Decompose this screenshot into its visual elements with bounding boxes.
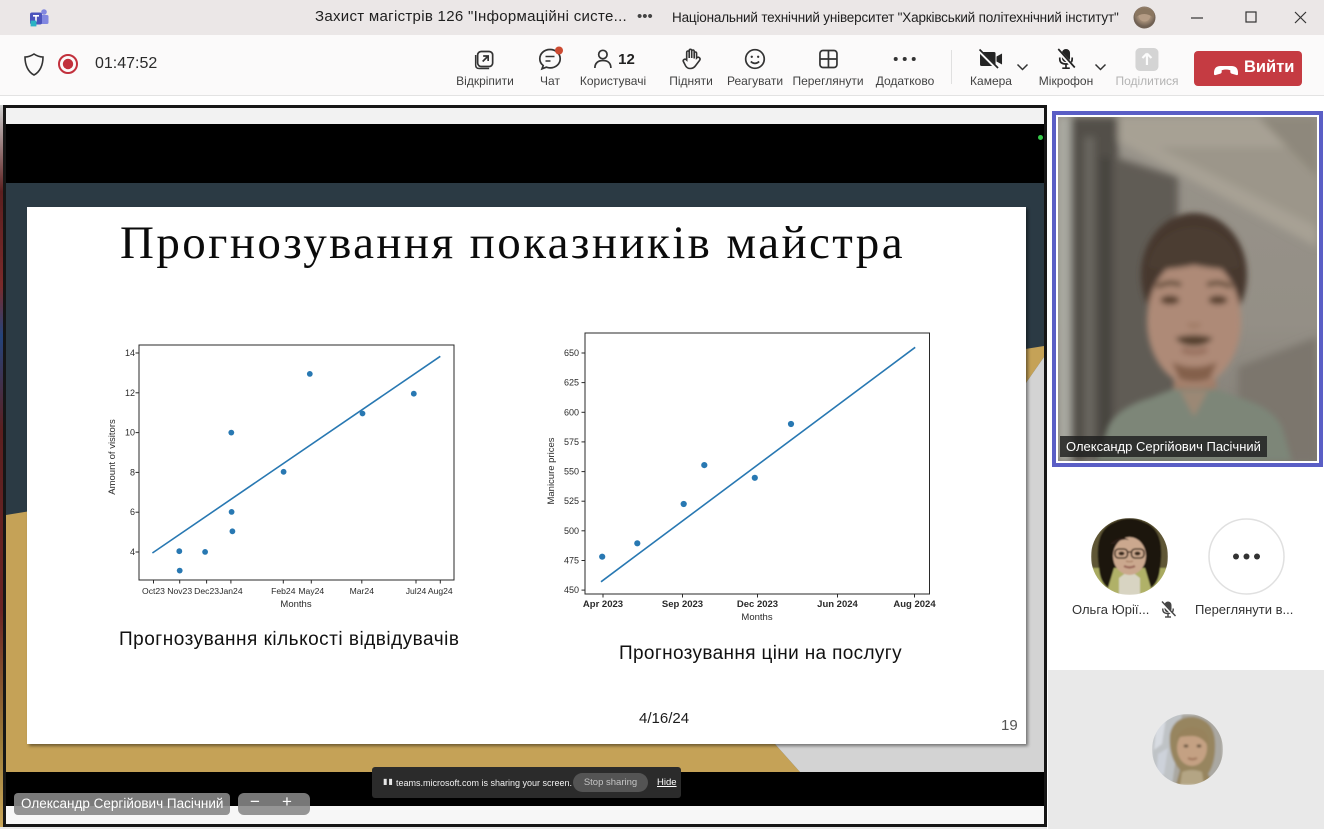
svg-text:Feb24: Feb24 xyxy=(271,586,296,596)
svg-text:550: 550 xyxy=(564,467,579,477)
svg-text:Amount of visitors: Amount of visitors xyxy=(107,419,118,495)
svg-text:Months: Months xyxy=(280,599,311,610)
svg-text:Apr 2023: Apr 2023 xyxy=(583,599,623,610)
svg-text:Jan24: Jan24 xyxy=(219,586,243,596)
svg-text:650: 650 xyxy=(564,348,579,358)
svg-text:Manicure prices: Manicure prices xyxy=(546,437,557,504)
svg-text:12: 12 xyxy=(125,388,135,398)
svg-text:May24: May24 xyxy=(298,586,324,596)
svg-text:625: 625 xyxy=(564,378,579,388)
svg-text:Aug24: Aug24 xyxy=(428,586,453,596)
svg-text:10: 10 xyxy=(125,428,135,438)
svg-text:Nov23: Nov23 xyxy=(167,586,192,596)
svg-text:Sep 2023: Sep 2023 xyxy=(662,599,703,610)
svg-text:475: 475 xyxy=(564,556,579,566)
svg-text:525: 525 xyxy=(564,496,579,506)
svg-text:Mar24: Mar24 xyxy=(350,586,375,596)
svg-text:Dec23: Dec23 xyxy=(194,586,219,596)
svg-text:14: 14 xyxy=(125,348,135,358)
svg-text:600: 600 xyxy=(564,407,579,417)
svg-text:Months: Months xyxy=(741,612,772,623)
svg-text:500: 500 xyxy=(564,526,579,536)
svg-text:Jun 2024: Jun 2024 xyxy=(817,599,858,610)
svg-text:Dec 2023: Dec 2023 xyxy=(737,599,778,610)
svg-text:Oct23: Oct23 xyxy=(142,586,165,596)
svg-text:6: 6 xyxy=(130,507,135,517)
svg-text:4: 4 xyxy=(130,547,135,557)
svg-text:Jul24: Jul24 xyxy=(406,586,427,596)
svg-text:450: 450 xyxy=(564,585,579,595)
svg-text:Aug 2024: Aug 2024 xyxy=(893,599,936,610)
svg-text:8: 8 xyxy=(130,467,135,477)
svg-text:575: 575 xyxy=(564,437,579,447)
